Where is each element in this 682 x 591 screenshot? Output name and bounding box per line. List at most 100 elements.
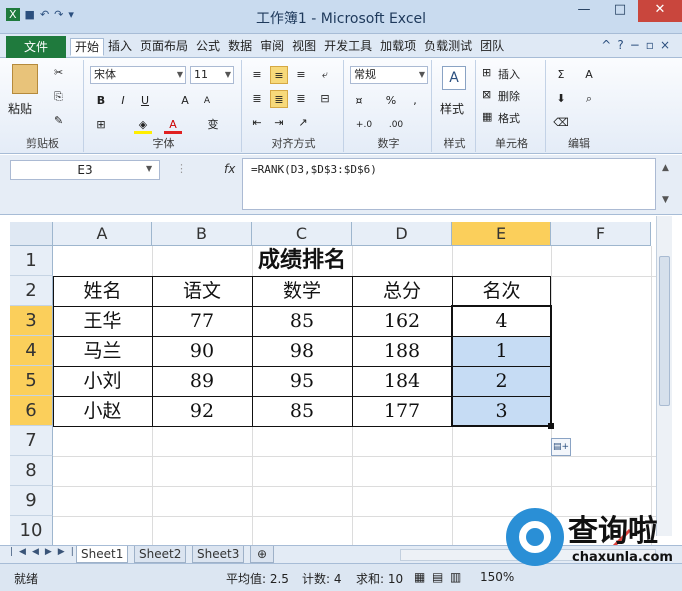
- sheet-tab-2[interactable]: Sheet2: [134, 546, 187, 563]
- row-header-2[interactable]: 2: [10, 276, 53, 306]
- tab-review[interactable]: 审阅: [256, 38, 288, 56]
- insert-sheet-icon[interactable]: ⊕: [250, 546, 274, 563]
- delete-cells-button[interactable]: 删除: [498, 88, 520, 104]
- formula-input[interactable]: =RANK(D3,$D$3:$D$6): [242, 158, 656, 210]
- row-header-7[interactable]: 7: [10, 426, 53, 456]
- help-icon[interactable]: ?: [617, 38, 629, 52]
- styles-icon[interactable]: A: [442, 66, 466, 90]
- orientation-icon[interactable]: ↗: [294, 114, 312, 132]
- font-color-icon[interactable]: A: [164, 116, 182, 134]
- tab-formulas[interactable]: 公式: [192, 38, 224, 56]
- underline-button[interactable]: U: [136, 92, 154, 110]
- insert-function-button[interactable]: fx: [224, 162, 235, 176]
- insert-cells-button[interactable]: 插入: [498, 66, 520, 82]
- merge-center-icon[interactable]: ⊟: [316, 90, 334, 108]
- row-header-3[interactable]: 3: [10, 306, 53, 336]
- table-cell[interactable]: 小赵: [53, 396, 152, 426]
- paste-button[interactable]: 粘贴: [8, 100, 32, 117]
- clear-icon[interactable]: ⌫: [552, 114, 570, 132]
- table-cell[interactable]: 184: [352, 366, 452, 396]
- doc-close-icon[interactable]: ×: [660, 38, 676, 52]
- table-cell[interactable]: 92: [152, 396, 252, 426]
- format-painter-icon[interactable]: ✎: [54, 114, 63, 127]
- bold-button[interactable]: B: [92, 92, 110, 110]
- align-middle-icon[interactable]: ≡: [270, 66, 288, 84]
- row-header-9[interactable]: 9: [10, 486, 53, 516]
- table-cell[interactable]: 89: [152, 366, 252, 396]
- select-all-button[interactable]: [10, 222, 53, 246]
- close-button[interactable]: ✕: [638, 0, 682, 22]
- doc-minimize-icon[interactable]: −: [630, 38, 646, 52]
- tab-data[interactable]: 数据: [224, 38, 256, 56]
- row-header-5[interactable]: 5: [10, 366, 53, 396]
- decrease-indent-icon[interactable]: ⇤: [248, 114, 266, 132]
- active-cell[interactable]: 4: [452, 306, 551, 336]
- header-cell[interactable]: 姓名: [53, 276, 152, 306]
- formula-expand-icon[interactable]: ▲: [662, 163, 669, 173]
- align-right-icon[interactable]: ≣: [292, 90, 310, 108]
- row-header-1[interactable]: 1: [10, 246, 53, 276]
- tab-addins[interactable]: 加载项: [376, 38, 420, 56]
- sort-filter-button[interactable]: A: [580, 66, 598, 84]
- column-header-b[interactable]: B: [152, 222, 252, 246]
- tab-page-layout[interactable]: 页面布局: [136, 38, 192, 56]
- tab-developer[interactable]: 开发工具: [320, 38, 376, 56]
- percent-button[interactable]: %: [382, 92, 400, 110]
- border-icon[interactable]: ⊞: [92, 116, 110, 134]
- table-cell[interactable]: 90: [152, 336, 252, 366]
- sheet-tab-1[interactable]: Sheet1: [76, 546, 129, 563]
- wrap-text-icon[interactable]: ⤶: [316, 66, 334, 84]
- minimize-button[interactable]: —: [566, 0, 602, 22]
- font-name-select[interactable]: 宋体 ▼: [90, 66, 186, 84]
- column-header-d[interactable]: D: [352, 222, 452, 246]
- delete-cells-icon[interactable]: ⊠: [482, 88, 491, 101]
- tab-insert[interactable]: 插入: [104, 38, 136, 56]
- shrink-font-button[interactable]: A: [198, 92, 216, 110]
- formula-collapse-icon[interactable]: ▼: [662, 195, 669, 205]
- page-break-view-icon[interactable]: ▥: [450, 570, 461, 584]
- vertical-scroll-thumb[interactable]: [659, 256, 670, 406]
- autosum-button[interactable]: Σ: [552, 66, 570, 84]
- fill-icon[interactable]: ⬇: [552, 90, 570, 108]
- maximize-button[interactable]: □: [602, 0, 638, 22]
- row-header-6[interactable]: 6: [10, 396, 53, 426]
- increase-indent-icon[interactable]: ⇥: [270, 114, 288, 132]
- ribbon-minimize-icon[interactable]: ^: [601, 38, 617, 52]
- align-center-icon[interactable]: ≣: [270, 90, 288, 108]
- page-layout-view-icon[interactable]: ▤: [432, 570, 443, 584]
- table-cell[interactable]: 1: [452, 336, 551, 366]
- table-cell[interactable]: 2: [452, 366, 551, 396]
- table-cell[interactable]: 188: [352, 336, 452, 366]
- tab-view[interactable]: 视图: [288, 38, 320, 56]
- name-box[interactable]: E3: [10, 160, 160, 180]
- paste-icon[interactable]: [12, 64, 38, 94]
- tab-team[interactable]: 团队: [476, 38, 508, 56]
- tab-load-test[interactable]: 负载测试: [420, 38, 476, 56]
- column-header-e[interactable]: E: [452, 222, 551, 246]
- column-header-f[interactable]: F: [551, 222, 651, 246]
- increase-decimal-button[interactable]: +.0: [350, 116, 378, 134]
- tab-file[interactable]: 文件: [6, 36, 66, 58]
- cut-icon[interactable]: ✂: [54, 66, 63, 79]
- align-left-icon[interactable]: ≣: [248, 90, 266, 108]
- align-top-icon[interactable]: ≡: [248, 66, 266, 84]
- row-header-4[interactable]: 4: [10, 336, 53, 366]
- header-cell[interactable]: 数学: [252, 276, 352, 306]
- table-cell[interactable]: 177: [352, 396, 452, 426]
- styles-button[interactable]: 样式: [440, 100, 464, 117]
- column-header-c[interactable]: C: [252, 222, 352, 246]
- comma-button[interactable]: ,: [406, 92, 424, 110]
- table-cell[interactable]: 小刘: [53, 366, 152, 396]
- auto-fill-options-icon[interactable]: ▤+: [551, 438, 571, 456]
- font-size-select[interactable]: 11 ▼: [190, 66, 234, 84]
- format-cells-button[interactable]: 格式: [498, 110, 520, 126]
- sheet-tab-3[interactable]: Sheet3: [192, 546, 245, 563]
- sheet-nav-buttons[interactable]: |◀◀▶▶|: [10, 547, 80, 557]
- table-cell[interactable]: 85: [252, 306, 352, 336]
- table-cell[interactable]: 162: [352, 306, 452, 336]
- tab-home[interactable]: 开始: [70, 38, 105, 56]
- table-cell[interactable]: 98: [252, 336, 352, 366]
- find-select-icon[interactable]: ⌕: [580, 90, 598, 108]
- table-cell[interactable]: 85: [252, 396, 352, 426]
- row-header-8[interactable]: 8: [10, 456, 53, 486]
